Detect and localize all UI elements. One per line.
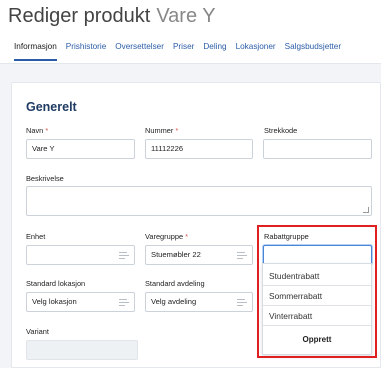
varegruppe-select-value: Stuemøbler 22: [151, 250, 201, 259]
nummer-input[interactable]: 11112226: [145, 139, 253, 159]
tab-lokasjoner[interactable]: Lokasjoner: [236, 41, 276, 63]
list-select-icon: [237, 299, 247, 307]
navn-required-mark: *: [45, 126, 49, 135]
strekkode-input[interactable]: [263, 139, 372, 159]
variant-input: [26, 340, 138, 360]
tab-informasjon[interactable]: Informasjon: [14, 41, 57, 63]
tab-priser[interactable]: Priser: [173, 41, 194, 63]
enhet-select[interactable]: [26, 245, 135, 265]
highlight-box: [257, 225, 377, 358]
page-header: Rediger produkt Vare Y Informasjon Prishi…: [0, 0, 381, 64]
standard-lokasjon-label: Standard lokasjon: [26, 279, 86, 288]
page-title-product: Vare Y: [156, 5, 216, 27]
section-title: Generelt: [26, 100, 77, 114]
nummer-required-mark: *: [175, 126, 179, 135]
strekkode-label: Strekkode: [264, 126, 298, 135]
page-title: Rediger produkt Vare Y: [8, 5, 216, 28]
standard-lokasjon-select-value: Velg lokasjon: [32, 297, 77, 306]
varegruppe-label-text: Varegruppe: [145, 232, 184, 241]
navn-input[interactable]: Vare Y: [26, 139, 135, 159]
list-select-icon: [119, 252, 129, 260]
tab-oversettelser[interactable]: Oversettelser: [115, 41, 164, 63]
standard-avdeling-select[interactable]: Velg avdeling: [145, 292, 253, 312]
list-select-icon: [237, 252, 247, 260]
varegruppe-select[interactable]: Stuemøbler 22: [145, 245, 253, 265]
tab-prishistorie[interactable]: Prishistorie: [66, 41, 107, 63]
varegruppe-required-mark: *: [185, 232, 189, 241]
variant-label: Variant: [26, 327, 49, 336]
standard-lokasjon-select[interactable]: Velg lokasjon: [26, 292, 135, 312]
nummer-label: Nummer *: [145, 126, 178, 135]
beskrivelse-textarea[interactable]: [26, 186, 372, 216]
beskrivelse-label: Beskrivelse: [26, 174, 64, 183]
tab-bar: Informasjon Prishistorie Oversettelser P…: [14, 41, 381, 63]
page-title-prefix: Rediger produkt: [8, 5, 151, 27]
navn-label: Navn *: [26, 126, 48, 135]
standard-avdeling-select-value: Velg avdeling: [151, 297, 197, 306]
tab-deling[interactable]: Deling: [203, 41, 226, 63]
tab-salgsbudsjetter[interactable]: Salgsbudsjetter: [285, 41, 341, 63]
nummer-label-text: Nummer: [145, 126, 174, 135]
navn-label-text: Navn: [26, 126, 44, 135]
varegruppe-label: Varegruppe *: [145, 232, 188, 241]
list-select-icon: [119, 299, 129, 307]
enhet-label: Enhet: [26, 232, 46, 241]
standard-avdeling-label: Standard avdeling: [145, 279, 205, 288]
resize-handle-icon[interactable]: [363, 207, 369, 213]
